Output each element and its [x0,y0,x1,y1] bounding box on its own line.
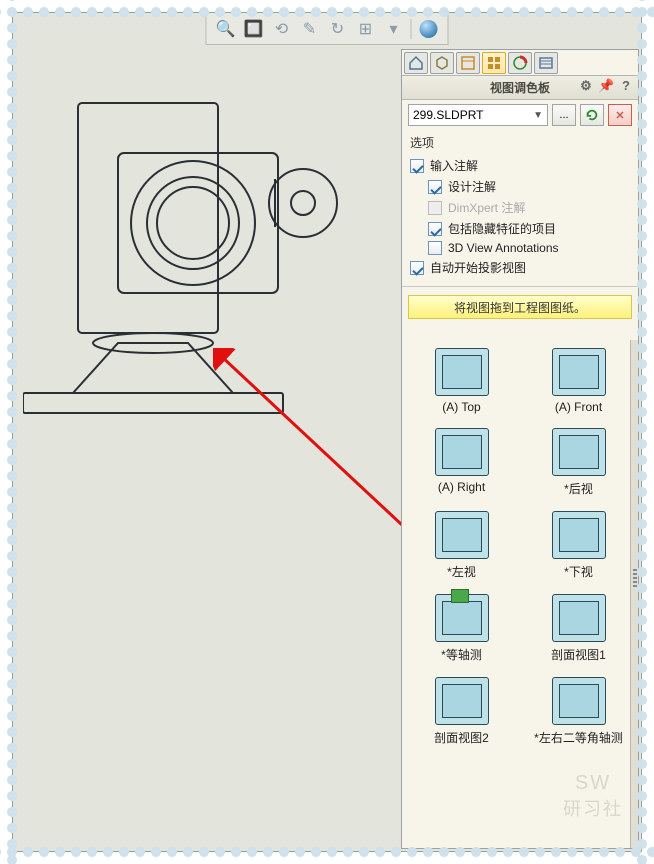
clear-button[interactable]: ✕ [608,104,632,126]
chk-label: DimXpert 注解 [448,199,525,216]
tab-assembly[interactable] [430,52,454,74]
pin-icon[interactable]: 📌 [598,78,614,94]
view-item[interactable]: *左右二等角轴测 [529,677,629,746]
view-thumb-icon [552,677,606,725]
zoom-window-icon[interactable]: 🔲 [243,18,265,40]
view-item[interactable]: (A) Right [412,428,512,497]
render-sphere-icon[interactable] [418,18,440,40]
view-toolbar: 🔍 🔲 ⟲ ✎ ↻ ⊞ ▾ [206,13,449,45]
prev-view-icon[interactable]: ⟲ [271,18,293,40]
rotate-view-icon[interactable]: ✎ [299,18,321,40]
chk-label: 输入注解 [430,157,478,174]
view-label: (A) Front [555,400,602,414]
browse-button[interactable]: ... [552,104,576,126]
view-label: *左视 [447,563,476,580]
tab-home[interactable] [404,52,428,74]
undo-view-icon[interactable]: ⊞ [355,18,377,40]
splitter-handle[interactable] [630,340,638,848]
zoom-fit-icon[interactable]: 🔍 [215,18,237,40]
cad-drawing-view[interactable] [23,73,363,433]
view-thumb-icon [435,677,489,725]
view-item[interactable]: *下视 [529,511,629,580]
view-label: *等轴测 [441,646,482,663]
chk-auto-projection[interactable]: 自动开始投影视图 [410,257,630,278]
options-section: 选项 输入注解 设计注解 DimXpert 注解 包括隐藏特征的项目 3D Vi… [402,130,638,287]
help-icon[interactable]: ? [618,78,634,94]
view-settings-icon[interactable]: ▾ [383,18,405,40]
file-combobox[interactable]: 299.SLDPRT ▼ [408,104,548,126]
chk-import-annotations[interactable]: 输入注解 [410,155,630,176]
section-view-icon[interactable]: ↻ [327,18,349,40]
checkbox-icon [410,159,424,173]
gear-icon[interactable]: ⚙ [578,78,594,94]
drawing-canvas[interactable]: 🔍 🔲 ⟲ ✎ ↻ ⊞ ▾ [12,12,642,852]
view-item[interactable]: 剖面视图1 [529,594,629,663]
pane-title-bar: 视图调色板 ⚙ 📌 ? [402,76,638,100]
views-grid: (A) Top(A) Front(A) Right*后视*左视*下视*等轴测剖面… [406,348,634,746]
tab-custom-props[interactable] [456,52,480,74]
chk-3d-view-annotations[interactable]: 3D View Annotations [410,239,630,257]
view-thumb-icon [552,511,606,559]
task-pane-tabs [402,50,638,76]
tab-appearance[interactable] [508,52,532,74]
watermark: SW 研习社 [563,772,623,821]
task-pane: 视图调色板 ⚙ 📌 ? 299.SLDPRT ▼ ... ✕ 选项 输入注解 [401,49,639,849]
view-label: (A) Right [438,480,485,494]
options-title: 选项 [410,134,630,151]
view-thumb-icon [552,428,606,476]
view-item[interactable]: (A) Top [412,348,512,414]
chk-dimxpert: DimXpert 注解 [410,197,630,218]
view-label: *后视 [564,480,593,497]
checkbox-icon [428,241,442,255]
view-label: *下视 [564,563,593,580]
toolbar-separator [411,19,412,39]
pane-title: 视图调色板 [490,79,550,96]
view-thumb-icon [435,428,489,476]
view-thumb-icon [552,594,606,642]
view-thumb-icon [552,348,606,396]
checkbox-icon [428,180,442,194]
chk-label: 设计注解 [448,178,496,195]
view-item[interactable]: (A) Front [529,348,629,414]
refresh-button[interactable] [580,104,604,126]
checkbox-icon [428,201,442,215]
tab-resources[interactable] [534,52,558,74]
chevron-down-icon: ▼ [533,110,543,121]
view-thumb-icon [435,348,489,396]
chk-hidden-features[interactable]: 包括隐藏特征的项目 [410,218,630,239]
chk-label: 自动开始投影视图 [430,259,526,276]
view-item[interactable]: *后视 [529,428,629,497]
drag-instruction-banner: 将视图拖到工程图图纸。 [408,295,632,319]
checkbox-icon [428,222,442,236]
view-label: *左右二等角轴测 [534,729,623,746]
view-item[interactable]: *左视 [412,511,512,580]
tab-view-palette[interactable] [482,52,506,74]
view-label: (A) Top [442,400,480,414]
checkbox-icon [410,261,424,275]
file-combobox-value: 299.SLDPRT [413,108,483,122]
chk-label: 3D View Annotations [448,241,559,255]
view-label: 剖面视图1 [551,646,606,663]
view-item[interactable]: 剖面视图2 [412,677,512,746]
chk-label: 包括隐藏特征的项目 [448,220,556,237]
file-select-row: 299.SLDPRT ▼ ... ✕ [402,100,638,130]
chk-design-annotations[interactable]: 设计注解 [410,176,630,197]
view-thumb-icon [435,511,489,559]
remark-badge-icon [451,589,469,603]
view-item[interactable]: *等轴测 [412,594,512,663]
view-label: 剖面视图2 [434,729,489,746]
